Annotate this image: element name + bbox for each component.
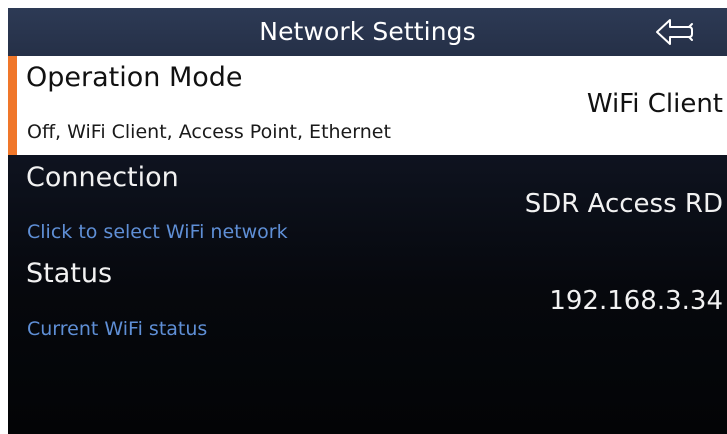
menu-item-status[interactable]: Status Current WiFi status 192.168.3.34 [8, 253, 727, 353]
menu-item-operation-mode[interactable]: Operation Mode Off, WiFi Client, Access … [8, 56, 727, 155]
menu-item-description: Click to select WiFi network [27, 221, 288, 243]
menu-item-title: Status [26, 258, 113, 289]
screen: Network Settings Operation Mode Off, WiF… [0, 0, 727, 434]
menu-item-title: Connection [26, 162, 179, 193]
menu-item-title: Operation Mode [26, 62, 243, 93]
page-title: Network Settings [259, 17, 476, 46]
menu-item-value: WiFi Client [586, 89, 723, 119]
menu-item-value: 192.168.3.34 [549, 286, 723, 316]
device-display: Network Settings Operation Mode Off, WiF… [8, 8, 727, 434]
menu-item-description: Current WiFi status [27, 318, 208, 340]
header-bar: Network Settings [8, 8, 727, 56]
menu-item-connection[interactable]: Connection Click to select WiFi network … [8, 155, 727, 253]
back-arrow-icon [656, 19, 693, 45]
selection-indicator [8, 56, 17, 155]
menu-item-description: Off, WiFi Client, Access Point, Ethernet [27, 121, 391, 143]
back-button[interactable] [652, 15, 696, 49]
menu-item-value: SDR Access RD [524, 189, 723, 219]
